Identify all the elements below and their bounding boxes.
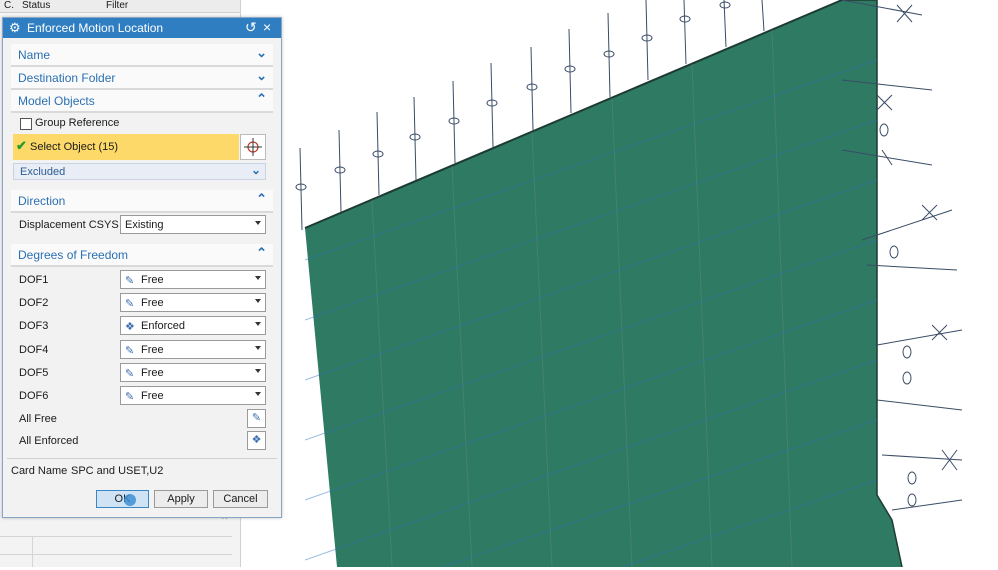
dof1-dropdown[interactable]: ✎ Free [120,270,266,289]
dropdown-arrow-icon [255,322,261,326]
chevron-up-icon[interactable]: ⌃ [256,91,267,107]
graphics-viewport[interactable] [242,0,998,568]
dof5-value: Free [141,367,164,379]
dof2-value: Free [141,297,164,309]
group-reference-checkbox[interactable] [20,118,32,130]
column-header-filter[interactable]: Filter [106,0,128,11]
column-header-c[interactable]: C. [4,0,14,11]
free-icon: ✎ [125,345,135,357]
model-view [295,0,963,568]
all-enforced-label: All Enforced [19,435,79,447]
reset-icon[interactable]: ↺ [245,19,257,35]
dropdown-arrow-icon [255,392,261,396]
section-direction-label: Direction [18,194,66,208]
excluded-subsection[interactable]: Excluded ⌄ [13,163,266,180]
column-header-status[interactable]: Status [22,0,50,11]
dialog-title-bar: ⚙ Enforced Motion Location ↺ × [3,18,281,38]
select-object-button[interactable] [240,134,266,160]
free-icon: ✎ [125,391,135,403]
dropdown-arrow-icon [255,221,261,225]
free-icon: ✎ [125,368,135,380]
all-free-label: All Free [19,413,57,425]
all-free-button[interactable]: ✎ [247,409,266,428]
section-direction[interactable]: Direction ⌃ [11,190,273,213]
section-name[interactable]: Name ⌄ [11,44,273,67]
apply-button[interactable]: Apply [154,490,208,508]
dropdown-arrow-icon [255,276,261,280]
chevron-up-icon[interactable]: ⌃ [256,191,267,207]
dropdown-arrow-icon [255,346,261,350]
gear-icon: ⚙ [9,20,21,35]
enforced-icon: ❖ [125,321,135,333]
mouse-cursor-indicator [124,494,136,506]
select-object-label: Select Object (15) [30,141,119,153]
dof1-value: Free [141,274,164,286]
chevron-down-icon[interactable]: ⌄ [256,68,267,84]
ok-button[interactable]: OK [96,490,149,508]
panel-surface [305,0,902,567]
section-name-label: Name [18,48,51,62]
dof5-label: DOF5 [19,367,49,379]
displacement-csys-dropdown[interactable]: Existing [120,215,266,234]
dof5-dropdown[interactable]: ✎ Free [120,363,266,382]
divider [7,458,277,459]
navigator-header: C. Status Filter [0,0,240,13]
chevron-down-icon[interactable]: ⌄ [251,163,261,177]
free-icon: ✎ [125,275,135,287]
section-model-objects[interactable]: Model Objects ⌃ [11,90,273,113]
free-icon: ✎ [251,412,262,424]
dof6-dropdown[interactable]: ✎ Free [120,386,266,405]
crosshair-icon [244,138,262,156]
enforced-icon: ❖ [251,434,262,446]
enforced-motion-location-dialog: ⚙ Enforced Motion Location ↺ × Name ⌄ De… [2,17,282,518]
dof3-value: Enforced [141,320,186,332]
checkmark-icon: ✔ [16,138,27,153]
dof4-dropdown[interactable]: ✎ Free [120,340,266,359]
close-icon[interactable]: × [263,19,271,35]
dof3-label: DOF3 [19,320,49,332]
chevron-up-icon[interactable]: ⌃ [256,245,267,261]
chevron-down-icon[interactable]: ⌄ [256,45,267,61]
free-icon: ✎ [125,298,135,310]
dialog-title: Enforced Motion Location [27,21,164,35]
navigator-bottom-panel: ⌃ [0,512,240,567]
all-enforced-button[interactable]: ❖ [247,431,266,450]
dof2-label: DOF2 [19,297,49,309]
section-destination-folder-label: Destination Folder [18,71,116,85]
card-name-value: SPC and USET,U2 [71,465,164,477]
dof2-dropdown[interactable]: ✎ Free [120,293,266,312]
dropdown-arrow-icon [255,369,261,373]
section-model-objects-label: Model Objects [18,94,95,108]
cancel-button[interactable]: Cancel [213,490,268,508]
displacement-csys-value: Existing [125,219,164,231]
cancel-label: Cancel [223,493,258,505]
group-reference-label: Group Reference [35,117,120,129]
apply-label: Apply [167,493,195,505]
dof6-label: DOF6 [19,390,49,402]
excluded-label: Excluded [20,166,66,178]
displacement-csys-label: Displacement CSYS [19,219,119,231]
dof4-value: Free [141,344,164,356]
select-object-row[interactable]: ✔ Select Object (15) [13,134,239,160]
dof3-dropdown[interactable]: ❖ Enforced [120,316,266,335]
dof4-label: DOF4 [19,344,49,356]
dof1-label: DOF1 [19,274,49,286]
section-destination-folder[interactable]: Destination Folder ⌄ [11,67,273,90]
section-dof-label: Degrees of Freedom [18,248,129,262]
section-degrees-of-freedom[interactable]: Degrees of Freedom ⌃ [11,244,273,267]
dropdown-arrow-icon [255,299,261,303]
dof6-value: Free [141,390,164,402]
card-name-label: Card Name [11,465,68,477]
